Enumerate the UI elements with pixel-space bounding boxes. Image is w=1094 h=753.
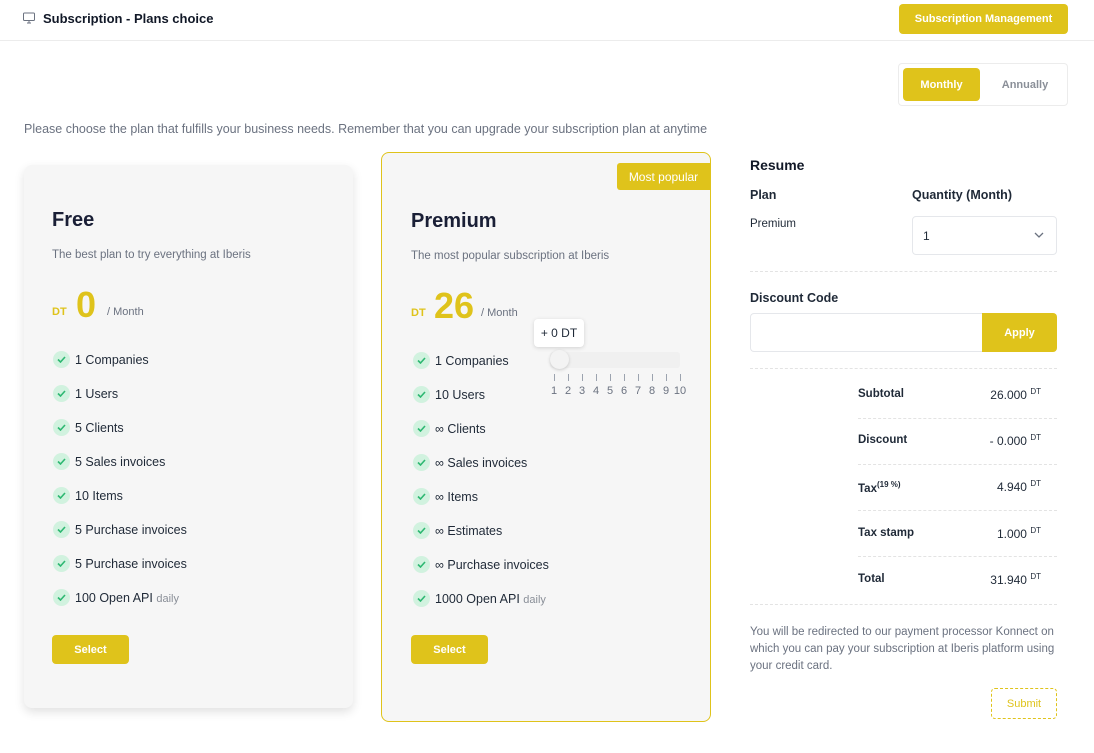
check-icon bbox=[53, 385, 70, 402]
top-bar: Subscription - Plans choice Subscription… bbox=[0, 0, 1094, 41]
slider-tick bbox=[638, 374, 639, 381]
discount-value: - 0.000 DT bbox=[989, 433, 1041, 448]
tax-stamp-value: 1.000 DT bbox=[996, 526, 1041, 541]
users-slider-track[interactable] bbox=[550, 352, 680, 368]
check-icon bbox=[53, 521, 70, 538]
plan-price: 0 bbox=[76, 284, 97, 325]
slider-tick-label: 10 bbox=[673, 385, 687, 397]
price-period: / Month bbox=[481, 307, 518, 319]
select-free-button[interactable]: Select bbox=[52, 635, 129, 664]
page-title: Subscription - Plans choice bbox=[43, 11, 214, 26]
billing-period-toggle: Monthly Annually bbox=[898, 63, 1068, 106]
check-icon bbox=[413, 522, 430, 539]
slider-tick-label: 4 bbox=[592, 385, 600, 397]
slider-tick-label: 5 bbox=[606, 385, 614, 397]
plan-name: Free bbox=[52, 209, 95, 231]
quantity-select[interactable]: 1 bbox=[912, 216, 1057, 255]
slider-tick bbox=[652, 374, 653, 381]
check-icon bbox=[53, 351, 70, 368]
plan-name: Premium bbox=[411, 210, 497, 232]
plan-card-free: Free The best plan to try everything at … bbox=[24, 165, 353, 708]
check-icon bbox=[413, 454, 430, 471]
daily-suffix: daily bbox=[156, 593, 179, 605]
plan-description: The best plan to try everything at Iberi… bbox=[52, 249, 251, 261]
resume-title: Resume bbox=[750, 157, 805, 173]
daily-suffix: daily bbox=[523, 594, 546, 606]
tax-label: Tax(19 %) bbox=[858, 480, 901, 495]
slider-tick-label: 6 bbox=[620, 385, 628, 397]
check-icon bbox=[53, 555, 70, 572]
divider bbox=[750, 271, 1057, 272]
tax-value: 4.940 DT bbox=[996, 479, 1041, 494]
users-slider-thumb[interactable] bbox=[550, 350, 569, 369]
check-icon bbox=[53, 453, 70, 470]
check-icon bbox=[413, 590, 430, 607]
divider bbox=[858, 556, 1057, 557]
plan-label: Plan bbox=[750, 188, 777, 202]
slider-tick bbox=[582, 374, 583, 381]
slider-tick-label: 7 bbox=[634, 385, 642, 397]
slider-tick-label: 8 bbox=[648, 385, 656, 397]
subscription-management-button[interactable]: Subscription Management bbox=[899, 4, 1068, 34]
subtotal-label: Subtotal bbox=[858, 388, 904, 400]
check-icon bbox=[413, 556, 430, 573]
divider bbox=[858, 418, 1057, 419]
select-premium-button[interactable]: Select bbox=[411, 635, 488, 664]
check-icon bbox=[53, 487, 70, 504]
most-popular-badge: Most popular bbox=[617, 163, 710, 190]
check-icon bbox=[413, 386, 430, 403]
annually-option[interactable]: Annually bbox=[987, 68, 1063, 101]
check-icon bbox=[413, 488, 430, 505]
slider-tick-label: 2 bbox=[564, 385, 572, 397]
plan-value: Premium bbox=[750, 218, 797, 230]
discount-code-input[interactable] bbox=[750, 313, 983, 352]
quantity-value: 1 bbox=[923, 229, 930, 243]
chevron-down-icon bbox=[1034, 232, 1044, 238]
currency-label: DT bbox=[52, 306, 67, 318]
slider-tick bbox=[568, 374, 569, 381]
intro-text: Please choose the plan that fulfills you… bbox=[24, 122, 708, 136]
discount-code-label: Discount Code bbox=[750, 291, 839, 305]
plan-card-premium: Most popular Premium The most popular su… bbox=[381, 152, 711, 722]
apply-button[interactable]: Apply bbox=[982, 313, 1057, 352]
check-icon bbox=[53, 419, 70, 436]
currency-label: DT bbox=[411, 307, 426, 319]
discount-label: Discount bbox=[858, 434, 908, 446]
check-icon bbox=[53, 589, 70, 606]
total-label: Total bbox=[858, 573, 885, 585]
quantity-label: Quantity (Month) bbox=[912, 188, 1012, 202]
divider bbox=[858, 510, 1057, 511]
plan-price: 26 bbox=[434, 285, 475, 326]
monitor-icon bbox=[23, 12, 35, 24]
slider-tick bbox=[596, 374, 597, 381]
divider bbox=[750, 368, 1057, 369]
check-icon bbox=[413, 420, 430, 437]
slider-tick-label: 1 bbox=[550, 385, 558, 397]
total-value: 31.940 DT bbox=[990, 572, 1041, 587]
subtotal-value: 26.000 DT bbox=[990, 387, 1041, 402]
divider bbox=[750, 604, 1057, 605]
slider-tick bbox=[624, 374, 625, 381]
tax-stamp-label: Tax stamp bbox=[858, 527, 915, 539]
slider-tick-label: 3 bbox=[578, 385, 586, 397]
slider-tick-label: 9 bbox=[662, 385, 670, 397]
slider-tooltip: + 0 DT bbox=[534, 319, 584, 347]
slider-tick bbox=[610, 374, 611, 381]
payment-note: You will be redirected to our payment pr… bbox=[750, 626, 1055, 672]
price-period: / Month bbox=[107, 306, 144, 318]
divider bbox=[858, 464, 1057, 465]
check-icon bbox=[413, 352, 430, 369]
slider-tick bbox=[666, 374, 667, 381]
monthly-option[interactable]: Monthly bbox=[903, 68, 980, 101]
submit-button[interactable]: Submit bbox=[991, 688, 1057, 719]
slider-tick bbox=[554, 374, 555, 381]
plan-description: The most popular subscription at Iberis bbox=[411, 250, 610, 262]
slider-tick bbox=[680, 374, 681, 381]
